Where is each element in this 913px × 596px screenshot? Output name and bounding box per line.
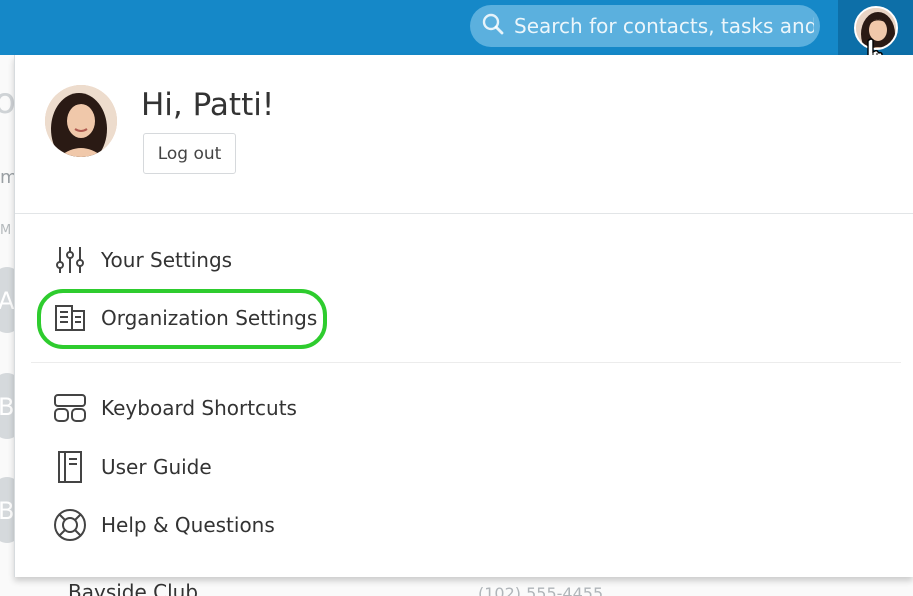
- menu-item-help-questions[interactable]: Help & Questions: [53, 505, 275, 545]
- highlight-annotation: [37, 289, 327, 349]
- row-letter: B: [0, 393, 15, 421]
- keyboard-icon: [53, 391, 87, 425]
- search-input[interactable]: [514, 14, 814, 38]
- bottom-row-name[interactable]: Bayside Club: [68, 580, 198, 596]
- lifebuoy-icon: [53, 508, 87, 542]
- menu-item-your-settings[interactable]: Your Settings: [53, 240, 232, 280]
- menu-item-label: User Guide: [101, 455, 212, 479]
- bottom-row-phone: (102) 555-4455: [478, 584, 604, 596]
- book-icon: [53, 450, 87, 484]
- top-navigation-bar: [0, 0, 913, 55]
- divider: [15, 213, 913, 214]
- row-letter: B: [0, 497, 15, 525]
- menu-item-label: Your Settings: [101, 248, 233, 272]
- column-fragment: M: [0, 223, 12, 238]
- divider: [31, 362, 901, 363]
- greeting-text: Hi, Patti!: [141, 87, 275, 123]
- menu-item-label: Help & Questions: [101, 513, 275, 537]
- search-icon: [482, 13, 504, 40]
- logout-button[interactable]: Log out: [143, 133, 236, 174]
- profile-avatar: [45, 85, 117, 157]
- row-letter: A: [0, 287, 15, 315]
- menu-item-keyboard-shortcuts[interactable]: Keyboard Shortcuts: [53, 388, 297, 428]
- sliders-icon: [53, 243, 87, 277]
- menu-item-user-guide[interactable]: User Guide: [53, 447, 212, 487]
- user-dropdown-menu: Hi, Patti! Log out Your Settings Organiz…: [14, 55, 913, 577]
- menu-item-label: Keyboard Shortcuts: [101, 396, 297, 420]
- search-box[interactable]: [470, 5, 820, 47]
